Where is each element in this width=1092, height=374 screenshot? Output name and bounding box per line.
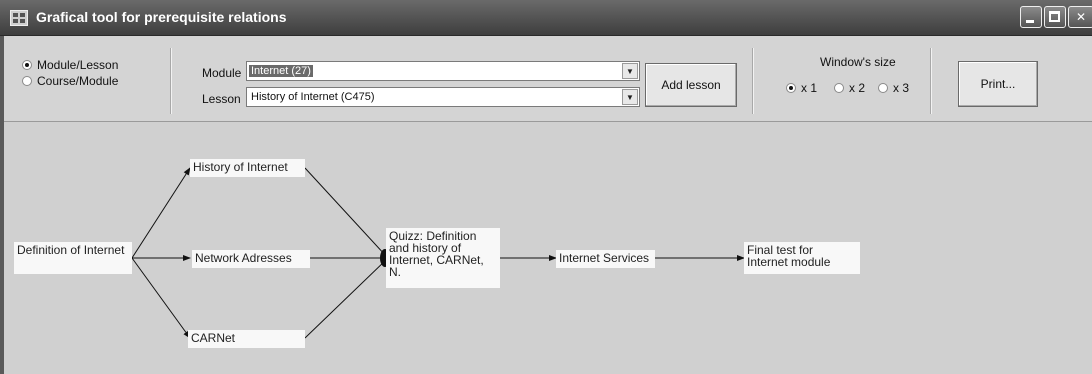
edge-definition-history (131, 167, 191, 259)
edge-definition-carnet (131, 257, 191, 339)
node-definition-of-internet[interactable]: Definition of Internet (14, 242, 132, 274)
node-quizz[interactable]: Quizz: Definition and history of Interne… (386, 228, 500, 288)
node-final-test[interactable]: Final test for Internet module (744, 242, 860, 274)
node-internet-services[interactable]: Internet Services (556, 250, 655, 268)
edge-history-quiz (304, 167, 387, 257)
prerequisite-edges (131, 167, 745, 339)
edge-carnet-quiz (304, 259, 387, 339)
node-network-adresses[interactable]: Network Adresses (192, 250, 310, 268)
node-history-of-internet[interactable]: History of Internet (190, 159, 305, 177)
node-carnet[interactable]: CARNet (188, 330, 305, 348)
